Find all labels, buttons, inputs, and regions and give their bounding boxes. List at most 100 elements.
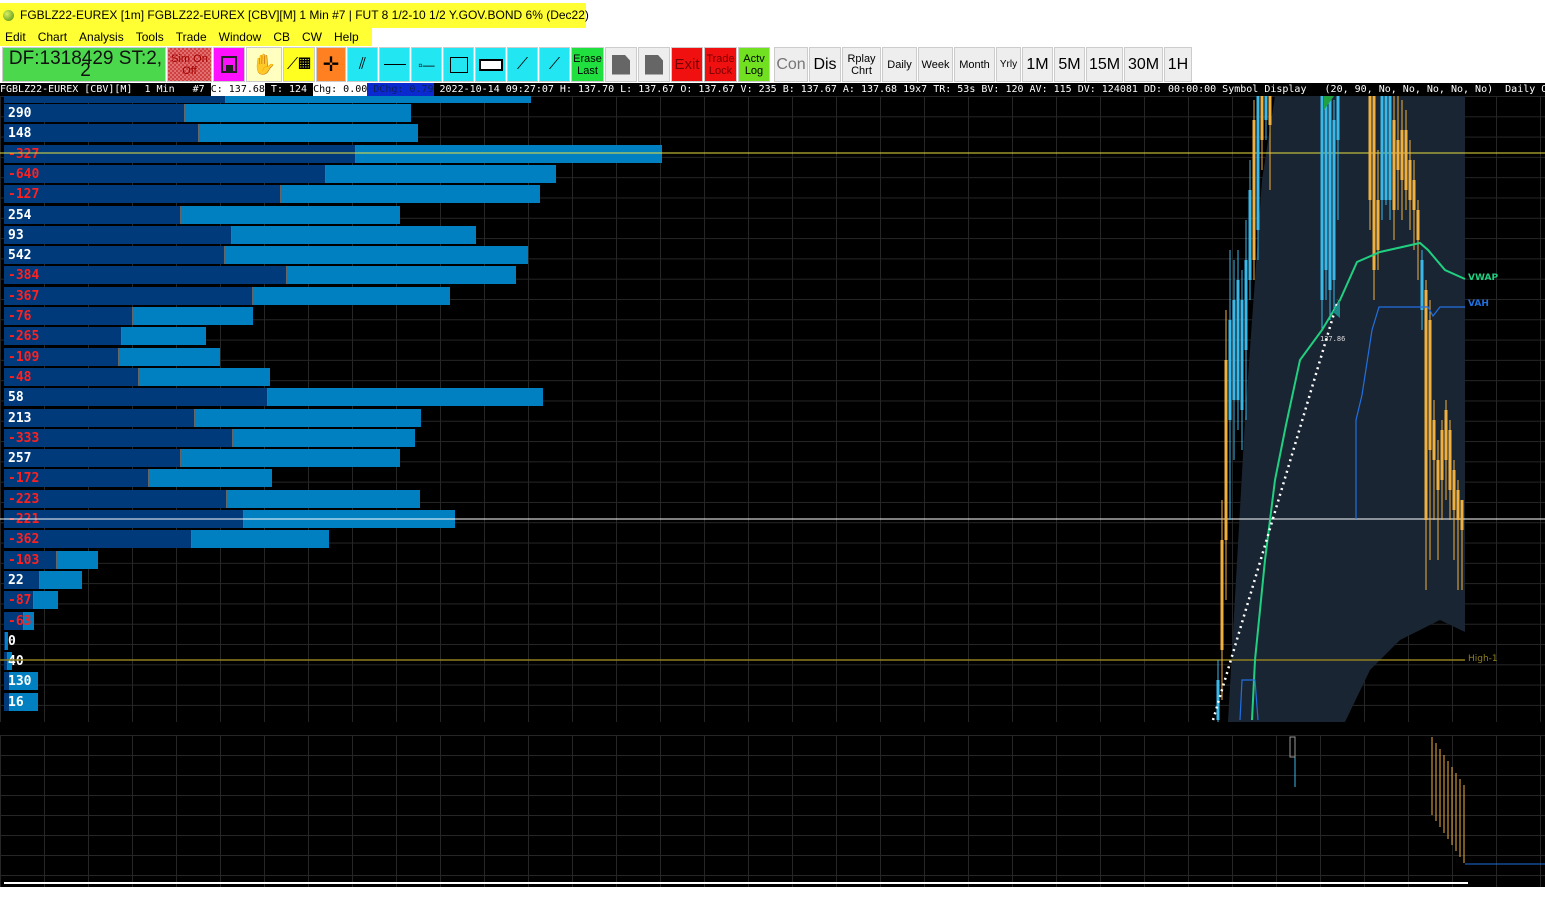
menu-chart[interactable]: Chart (33, 28, 74, 46)
period-daily-button[interactable]: Daily (882, 47, 917, 82)
document-button-1[interactable] (605, 47, 637, 82)
menu-cw[interactable]: CW (297, 28, 329, 46)
interval-15m-button[interactable]: 15M (1086, 47, 1123, 82)
candle-body (1392, 120, 1396, 210)
parallel-lines-button[interactable]: ⫽ (347, 47, 378, 82)
crosshair-button[interactable]: ✛ (316, 47, 346, 82)
period-yearly-button[interactable]: Yrly (996, 47, 1021, 82)
price-chart[interactable]: 290 148 -327 -640 -127 254 93 542 -384 -367 -76 -26… (0, 96, 1545, 722)
price-label: 137.86 (1320, 335, 1346, 343)
period-month-button[interactable]: Month (954, 47, 995, 82)
candle-body (1460, 500, 1464, 530)
candle-body (1236, 280, 1240, 400)
interval-1h-button[interactable]: 1H (1164, 47, 1192, 82)
info-symbol: FGBLZ22-EUREX [CBV][M] 1 Min #7 (0, 84, 211, 95)
candle-body (1444, 410, 1448, 460)
candle-body (1268, 96, 1272, 125)
hand-move-button[interactable]: ✋ (246, 47, 282, 82)
candle-body (1412, 180, 1416, 210)
candle-body (1244, 260, 1248, 350)
candle-body (1228, 320, 1232, 420)
rectangle-button[interactable] (443, 47, 474, 82)
menu-bar: Edit Chart Analysis Tools Trade Window C… (0, 28, 372, 46)
candle-body (1220, 540, 1224, 650)
sim-toggle-button[interactable]: Sim On Off (167, 47, 212, 82)
candle-body (1432, 420, 1436, 460)
trendline-button[interactable]: ⟋ (507, 47, 538, 82)
candle-body (1256, 96, 1260, 230)
candle-body (1452, 470, 1456, 510)
candle-body (1324, 96, 1328, 270)
df-status: DF:1318429 ST:2, 2 (2, 47, 166, 82)
lower-bar (1289, 736, 1296, 758)
vwap-label: VWAP (1468, 273, 1499, 283)
lower-indicator-pane[interactable] (0, 735, 1545, 887)
disconnect-button[interactable]: Dis (809, 47, 841, 82)
candle-body (1396, 140, 1400, 170)
menu-analysis[interactable]: Analysis (74, 28, 131, 46)
candle-body (1264, 96, 1268, 120)
candle-body (1424, 290, 1428, 520)
filled-rectangle-button[interactable] (475, 47, 506, 82)
connect-button[interactable]: Con (774, 47, 808, 82)
erase-last-button[interactable]: Erase Last (571, 47, 604, 82)
period-week-button[interactable]: Week (918, 47, 953, 82)
info-change: Chg: 0.00 (313, 83, 368, 96)
crosshair-icon: ✛ (322, 53, 340, 76)
interval-1m-button[interactable]: 1M (1022, 47, 1053, 82)
candle-body (1336, 96, 1340, 140)
menu-window[interactable]: Window (214, 28, 269, 46)
candle-body (1408, 160, 1412, 200)
candle-body (1252, 120, 1256, 260)
vah-label: VAH (1468, 299, 1489, 309)
menu-edit[interactable]: Edit (0, 28, 33, 46)
horizontal-ray-icon: ▫— (418, 57, 435, 72)
ruler-calculator-icon: ⟋▦ (286, 55, 311, 73)
app-icon (3, 10, 14, 21)
info-close: C: 137.68 (210, 83, 265, 96)
candle-body (1224, 360, 1228, 540)
ray-button[interactable]: ⟋ (539, 47, 570, 82)
rectangle-icon (449, 56, 468, 73)
candle-body (1240, 300, 1244, 410)
candle-body (1332, 120, 1336, 280)
candle-body (1368, 96, 1372, 200)
interval-5m-button[interactable]: 5M (1054, 47, 1085, 82)
candle-chart-layer (0, 96, 1545, 722)
trade-lock-button[interactable]: Trade Lock (704, 47, 737, 82)
filled-rectangle-icon (478, 58, 503, 71)
pane-separator[interactable] (0, 722, 1545, 735)
menu-cb[interactable]: CB (268, 28, 297, 46)
activity-log-button[interactable]: Actv Log (738, 47, 770, 82)
window-title: FGBLZ22-EUREX [1m] FGBLZ22-EUREX [CBV][M… (20, 8, 589, 22)
candle-body (1456, 490, 1460, 520)
candle-body (1376, 200, 1380, 250)
menu-help[interactable]: Help (329, 28, 366, 46)
info-details: 2022-10-14 09:27:07 H: 137.70 L: 137.67 … (433, 84, 1545, 95)
ruler-calc-button[interactable]: ⟋▦ (283, 47, 315, 82)
document-icon (645, 54, 663, 75)
exit-button[interactable]: Exit (671, 47, 703, 82)
candle-body (1380, 96, 1384, 200)
menu-tools[interactable]: Tools (131, 28, 171, 46)
horizontal-line-button[interactable] (379, 47, 410, 82)
interval-30m-button[interactable]: 30M (1124, 47, 1163, 82)
replay-chart-button[interactable]: Rplay Chrt (842, 47, 881, 82)
save-button[interactable] (213, 47, 245, 82)
candle-body (1416, 210, 1420, 240)
high1-label: High-1 (1468, 654, 1498, 664)
candle-body (1420, 260, 1424, 310)
horizontal-line-icon (383, 64, 406, 65)
candle-body (1320, 96, 1324, 300)
document-icon (612, 54, 630, 75)
candle-body (1428, 320, 1432, 450)
document-button-2[interactable] (638, 47, 670, 82)
candle-body (1384, 96, 1388, 200)
menu-trade[interactable]: Trade (171, 28, 214, 46)
parallel-lines-icon: ⫽ (358, 55, 367, 73)
candle-body (1260, 96, 1264, 140)
lower-indicator-layer (4, 736, 1545, 884)
candle-body (1388, 96, 1392, 200)
horizontal-ray-button[interactable]: ▫— (411, 47, 442, 82)
candle-body (1448, 430, 1452, 490)
